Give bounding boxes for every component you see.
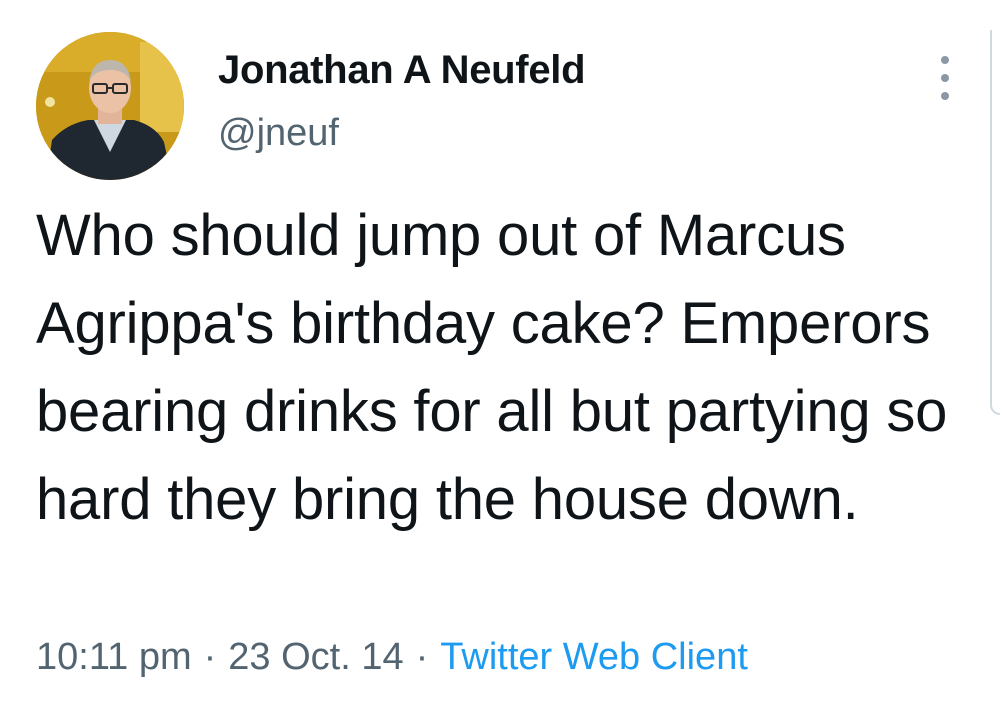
author-display-name[interactable]: Jonathan A Neufeld (218, 48, 586, 93)
tweet-time[interactable]: 10:11 pm (36, 636, 192, 678)
profile-photo-icon (36, 32, 184, 180)
tweet-client-link[interactable]: Twitter Web Client (440, 636, 748, 678)
tweet-metadata: 10:11 pm · 23 Oct. 14 · Twitter Web Client (36, 636, 748, 679)
tweet-date[interactable]: 23 Oct. 14 (228, 636, 403, 678)
meta-separator: · (203, 636, 217, 678)
tweet-text: Who should jump out of Marcus Agrippa's … (36, 203, 948, 532)
author-handle[interactable]: @jneuf (218, 112, 339, 155)
adjacent-panel-edge (990, 30, 1000, 415)
avatar[interactable] (36, 32, 184, 180)
meta-separator: · (415, 636, 429, 678)
more-options-icon[interactable] (928, 52, 962, 104)
tweet-card: Jonathan A Neufeld @jneuf Who should jum… (0, 0, 1000, 703)
